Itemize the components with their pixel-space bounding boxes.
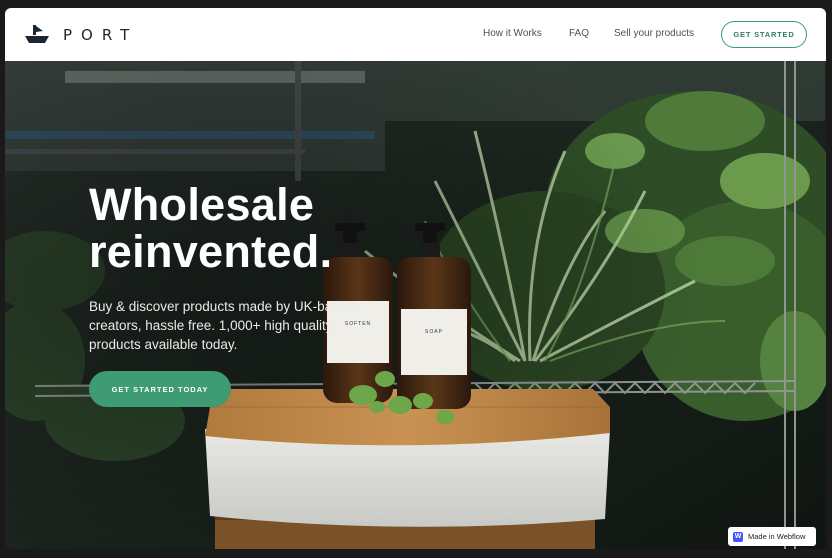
get-started-button[interactable]: GET STARTED [721, 21, 807, 48]
top-navigation: PORT How it Works FAQ Sell your products… [5, 8, 826, 61]
hero-subtext-line-3: products available today. [89, 337, 238, 352]
boat-logo-icon [25, 25, 49, 43]
made-in-webflow-badge[interactable]: W Made in Webflow [728, 527, 816, 546]
browser-viewport: PORT How it Works FAQ Sell your products… [5, 8, 826, 549]
brand-logo[interactable]: PORT [23, 23, 138, 47]
bottle-right-label: SOAP [425, 329, 443, 335]
webflow-icon: W [733, 531, 743, 542]
hero-subtext-line-1: Buy & discover products made by UK-based [89, 299, 354, 314]
nav-link-sell-your-products[interactable]: Sell your products [614, 28, 694, 39]
nav-link-faq[interactable]: FAQ [569, 28, 589, 39]
hero-subtext-line-2: creators, hassle free. 1,000+ high quali… [89, 318, 333, 333]
nav-link-how-it-works[interactable]: How it Works [483, 28, 542, 39]
hero-headline-line-1: Wholesale [89, 179, 315, 230]
hero-headline-line-2: reinvented. [89, 226, 333, 277]
hero-section: SOFTEN SOAP Wholesale reinvented. Buy & … [5, 61, 826, 549]
webflow-badge-text: Made in Webflow [748, 532, 806, 541]
hero-headline: Wholesale reinvented. [89, 181, 332, 275]
hero-subtext: Buy & discover products made by UK-based… [89, 297, 389, 354]
get-started-today-button[interactable]: GET STARTED TODAY [89, 371, 231, 407]
brand-name: PORT [63, 26, 139, 44]
